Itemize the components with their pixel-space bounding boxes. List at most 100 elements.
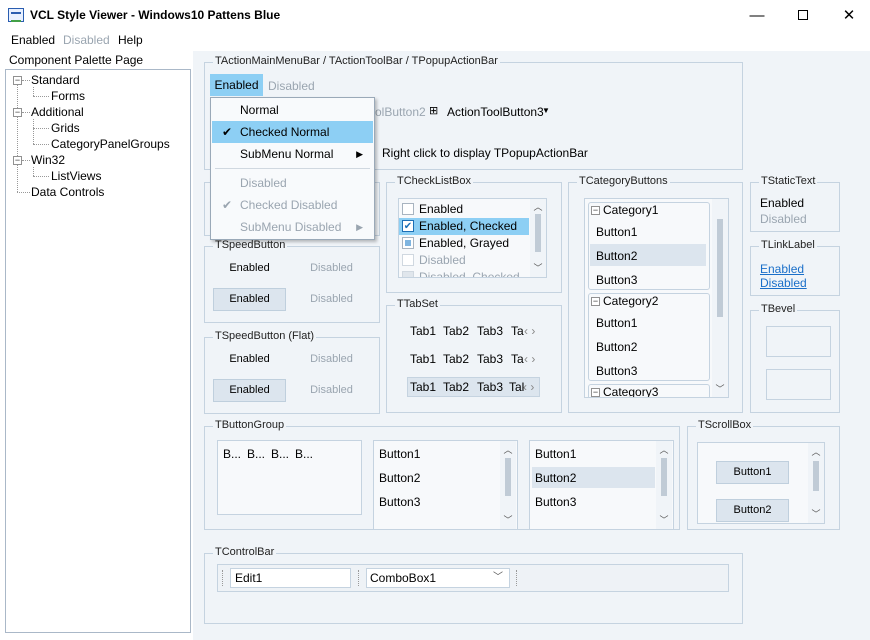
tree-item-categorypanelgroups[interactable]: CategoryPanelGroups — [51, 137, 170, 151]
scrollbox-button1[interactable]: Button1 — [716, 461, 789, 484]
checklist-item[interactable]: Enabled, Grayed — [419, 236, 509, 250]
grip-icon[interactable] — [358, 570, 361, 586]
popup-item-submenu-normal[interactable]: SubMenu Normal ▶ — [212, 143, 373, 165]
tab[interactable]: Tab2 — [443, 324, 469, 338]
category-button[interactable]: Button3 — [596, 273, 637, 287]
tab-scroll-icon[interactable]: ‹ › — [524, 324, 535, 338]
tab-scroll-icon[interactable]: ‹ › — [523, 380, 534, 394]
checklist-item[interactable]: Enabled, Checked — [419, 219, 517, 233]
category-button[interactable]: Button3 — [596, 364, 637, 378]
flatbutton-enabled-down[interactable]: Enabled — [213, 379, 286, 402]
minimize-button[interactable]: — — [734, 0, 780, 31]
categorybuttons[interactable]: − Category1 Button1 Button2 Button3 − Ca… — [584, 198, 729, 398]
tab[interactable]: Tab2 — [443, 352, 469, 366]
scroll-down-icon[interactable]: ﹀ — [656, 513, 672, 526]
flatbutton-enabled[interactable]: Enabled — [214, 353, 285, 365]
scrollbar[interactable]: ﹀ — [712, 199, 728, 397]
scroll-down-icon[interactable]: ﹀ — [500, 513, 516, 526]
tab[interactable]: Tab1 — [410, 324, 436, 338]
dropdown-icon[interactable]: ▼ — [542, 106, 550, 115]
speedbutton-enabled-down[interactable]: Enabled — [213, 288, 286, 311]
category-button[interactable]: Button1 — [596, 225, 637, 239]
close-button[interactable]: ✕ — [826, 0, 870, 31]
scrollbar[interactable]: ︿ ﹀ — [656, 441, 672, 529]
checklist-item[interactable]: Enabled — [419, 202, 463, 216]
popup-item-checked-normal[interactable]: ✔ Checked Normal — [212, 121, 373, 143]
tab[interactable]: Tab1 — [410, 380, 436, 394]
group-button[interactable]: B... — [295, 447, 313, 461]
grayed-checkbox-icon[interactable] — [402, 237, 414, 249]
scroll-down-icon[interactable]: ﹀ — [530, 261, 546, 274]
tabset-2[interactable]: Tab1 Tab2 Tab3 Ta ‹ › — [407, 349, 545, 369]
category-button[interactable]: Button2 — [596, 249, 637, 263]
tab[interactable]: Ta — [511, 352, 524, 366]
tab[interactable]: Tab3 — [477, 380, 503, 394]
chevron-down-icon[interactable]: ﹀ — [493, 569, 503, 587]
tree-item-data-controls[interactable]: Data Controls — [31, 185, 104, 199]
tab-scroll-icon[interactable]: ‹ › — [524, 352, 535, 366]
collapse-icon[interactable]: − — [13, 156, 22, 165]
collapse-icon[interactable]: − — [13, 76, 22, 85]
scroll-down-icon[interactable]: ﹀ — [808, 507, 824, 520]
scroll-down-icon[interactable]: ﹀ — [712, 382, 728, 395]
scrollbox-button2[interactable]: Button2 — [716, 499, 789, 522]
tabset-1[interactable]: Tab1 Tab2 Tab3 Ta ‹ › — [407, 321, 545, 341]
tab[interactable]: Tab2 — [443, 380, 469, 394]
tree-item-standard[interactable]: Standard — [31, 73, 80, 87]
scrollbar[interactable]: ︿ ﹀ — [530, 199, 546, 277]
tab[interactable]: Tab1 — [410, 352, 436, 366]
scrollbar[interactable]: ︿ ﹀ — [500, 441, 516, 529]
buttongroup-list-2[interactable]: Button1 Button2 Button3 ︿ ﹀ — [529, 440, 674, 530]
tab[interactable]: Ta — [511, 324, 524, 338]
tree-item-win32[interactable]: Win32 — [31, 153, 65, 167]
group-button[interactable]: B... — [271, 447, 289, 461]
speedbutton-enabled[interactable]: Enabled — [214, 262, 285, 274]
link-enabled[interactable]: Enabled — [760, 262, 804, 276]
scrollbox[interactable]: Button1 Button2 ︿ ﹀ — [697, 442, 825, 524]
category-header[interactable]: Category1 — [603, 203, 658, 217]
scroll-up-icon[interactable]: ︿ — [530, 200, 546, 213]
scroll-up-icon[interactable]: ︿ — [500, 443, 516, 456]
scrollbar[interactable]: ︿ ﹀ — [808, 443, 824, 523]
toolbutton3[interactable]: ActionToolButton3 — [447, 105, 544, 119]
tree-item-grids[interactable]: Grids — [51, 121, 80, 135]
category-header[interactable]: Category3 — [603, 385, 658, 397]
combobox[interactable]: ComboBox1 ﹀ — [366, 568, 510, 588]
buttongroup[interactable]: B... B... B... B... — [217, 440, 362, 515]
tab[interactable]: Tab3 — [477, 324, 503, 338]
tree-item-forms[interactable]: Forms — [51, 89, 85, 103]
buttongroup-list-1[interactable]: Button1 Button2 Button3 ︿ ﹀ — [373, 440, 518, 530]
menu-help[interactable]: Help — [118, 33, 143, 47]
category-button[interactable]: Button1 — [596, 316, 637, 330]
group-button[interactable]: Button1 — [379, 447, 420, 461]
maximize-button[interactable] — [780, 0, 826, 31]
tabset-3[interactable]: Tab1 Tab2 Tab3 Tal ‹ › — [407, 377, 540, 397]
collapse-icon[interactable]: − — [591, 206, 600, 215]
checkbox-icon[interactable] — [402, 203, 414, 215]
group-button[interactable]: Button2 — [379, 471, 420, 485]
group-button[interactable]: Button3 — [535, 495, 576, 509]
tree-item-listviews[interactable]: ListViews — [51, 169, 101, 183]
tree-item-additional[interactable]: Additional — [31, 105, 84, 119]
checked-icon[interactable]: ✔ — [402, 220, 414, 232]
popup-item-normal[interactable]: Normal — [212, 99, 373, 121]
scroll-up-icon[interactable]: ︿ — [656, 443, 672, 456]
collapse-icon[interactable]: − — [13, 108, 22, 117]
group-button[interactable]: Button3 — [379, 495, 420, 509]
group-button[interactable]: Button1 — [535, 447, 576, 461]
group-button[interactable]: B... — [247, 447, 265, 461]
checklistbox[interactable]: Enabled ✔ Enabled, Checked Enabled, Gray… — [398, 198, 547, 278]
category-button[interactable]: Button2 — [596, 340, 637, 354]
scroll-up-icon[interactable]: ︿ — [808, 445, 824, 458]
category-header[interactable]: Category2 — [603, 294, 658, 308]
edit-field[interactable]: Edit1 — [230, 568, 351, 588]
controlbar[interactable]: Edit1 ComboBox1 ﹀ — [217, 564, 729, 592]
palette-tree[interactable]: − Standard Forms − Additional Grids Cate… — [5, 69, 191, 633]
popup-menu[interactable]: Normal ✔ Checked Normal SubMenu Normal ▶ D… — [210, 97, 375, 240]
grip-icon[interactable] — [516, 570, 519, 586]
group-button[interactable]: Button2 — [535, 471, 576, 485]
actionmenu-enabled[interactable]: Enabled — [210, 74, 263, 96]
collapse-icon[interactable]: − — [591, 297, 600, 306]
group-button[interactable]: B... — [223, 447, 241, 461]
grip-icon[interactable] — [222, 570, 225, 586]
